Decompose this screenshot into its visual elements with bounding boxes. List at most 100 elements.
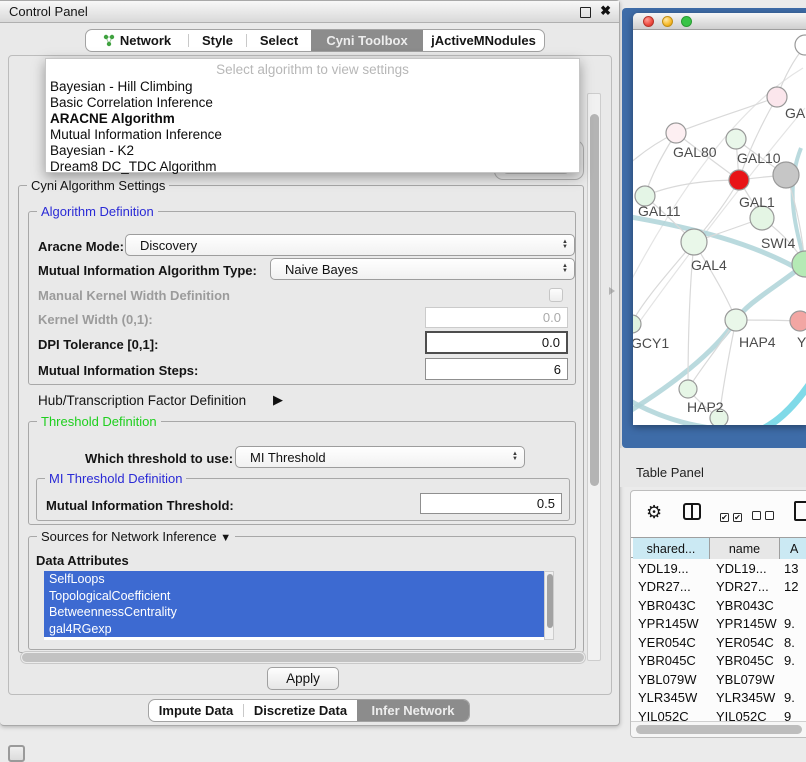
combo-arrows-icon: ▲▼: [556, 240, 574, 250]
node-hap2[interactable]: [679, 380, 697, 398]
column-header-shared[interactable]: shared...: [633, 538, 710, 559]
collapsed-panel-icon[interactable]: [8, 745, 25, 762]
settings-scrollbar[interactable]: [587, 93, 601, 661]
mi-steps-field[interactable]: 6: [425, 358, 568, 380]
svg-text:GAL10: GAL10: [737, 150, 781, 166]
algorithm-option[interactable]: Mutual Information Inference: [46, 127, 579, 143]
mi-threshold-field[interactable]: 0.5: [420, 493, 562, 514]
control-panel-titlebar[interactable]: Control Panel ✖: [0, 1, 619, 23]
algorithm-option[interactable]: Bayesian - K2: [46, 143, 579, 159]
node[interactable]: [726, 129, 746, 149]
settings-hscrollbar-thumb[interactable]: [22, 653, 584, 662]
tab-cyni-toolbox[interactable]: Cyni Toolbox: [311, 30, 423, 51]
table-body: YDL19... YDL19... 13 YDR27... YDR27... 1…: [633, 559, 806, 723]
apply-button[interactable]: Apply: [267, 667, 339, 690]
list-item[interactable]: gal4RGexp: [44, 621, 544, 638]
table-panel-title: Table Panel: [620, 465, 704, 487]
tab-infer-network[interactable]: Infer Network: [357, 700, 469, 721]
table-row[interactable]: YDL19... YDL19... 13: [633, 559, 806, 578]
splitter-handle[interactable]: [609, 287, 615, 295]
mi-type-value: Naive Bayes: [271, 262, 556, 277]
network-view-frame: GAL GAL80 GAL10 GAL11 GAL1 SWI4 GAL4 GCY…: [622, 8, 806, 448]
settings-scrollbar-thumb[interactable]: [590, 114, 599, 486]
svg-text:HAP4: HAP4: [739, 334, 776, 350]
hub-tf-section-label[interactable]: Hub/Transcription Factor Definition: [38, 393, 246, 408]
dpi-tolerance-value: 0.0: [542, 335, 560, 350]
table-toolbar: ⚙ ✔✔: [631, 491, 806, 537]
kernel-width-field[interactable]: 0.0: [425, 307, 568, 328]
table-row[interactable]: YDR27... YDR27... 12: [633, 578, 806, 597]
tab-jactivemnodules[interactable]: jActiveMNodules: [423, 30, 544, 51]
mi-type-combo[interactable]: Naive Bayes ▲▼: [270, 258, 575, 280]
svg-text:GAL80: GAL80: [673, 144, 717, 160]
aracne-mode-combo[interactable]: Discovery ▲▼: [125, 234, 575, 256]
tab-network[interactable]: Network: [86, 30, 188, 51]
attributes-scrollbar-thumb[interactable]: [547, 574, 553, 628]
table-row[interactable]: YBL079W YBL079W: [633, 670, 806, 689]
which-threshold-value: MI Threshold: [236, 450, 506, 465]
node[interactable]: [795, 35, 806, 55]
minimize-traffic-light-icon[interactable]: [662, 16, 673, 27]
columns-icon[interactable]: [683, 503, 701, 520]
attributes-scrollbar[interactable]: [544, 571, 554, 640]
algorithm-option[interactable]: Dream8 DC_TDC Algorithm: [46, 159, 579, 175]
document-icon[interactable]: [794, 501, 806, 521]
network-view-window[interactable]: GAL GAL80 GAL10 GAL11 GAL1 SWI4 GAL4 GCY…: [633, 13, 806, 425]
cyni-algorithm-settings-title: Cyni Algorithm Settings: [27, 178, 169, 193]
table-row[interactable]: YLR345W YLR345W 9.: [633, 689, 806, 708]
algorithm-option-selected[interactable]: ARACNE Algorithm: [46, 111, 579, 127]
tab-cyni-toolbox-label: Cyni Toolbox: [326, 33, 407, 48]
tab-infer-network-label: Infer Network: [371, 703, 454, 718]
tab-discretize-data[interactable]: Discretize Data: [244, 700, 357, 721]
tab-select[interactable]: Select: [247, 30, 311, 51]
select-all-icon[interactable]: ✔✔: [720, 507, 742, 525]
table-row[interactable]: YER054C YER054C 8.: [633, 633, 806, 652]
algorithm-option[interactable]: Basic Correlation Inference: [46, 95, 579, 111]
column-header-name[interactable]: name: [710, 538, 780, 559]
float-window-icon[interactable]: [580, 7, 591, 18]
node-gal1-red[interactable]: [729, 170, 749, 190]
node-gal4[interactable]: [681, 229, 707, 255]
tab-impute-data-label: Impute Data: [159, 703, 233, 718]
expand-arrow-icon[interactable]: ▶: [273, 392, 283, 408]
table-hscrollbar-thumb[interactable]: [636, 725, 802, 734]
tab-impute-data[interactable]: Impute Data: [149, 700, 243, 721]
table-row[interactable]: YBR045C YBR045C 9.: [633, 652, 806, 671]
network-canvas[interactable]: GAL GAL80 GAL10 GAL11 GAL1 SWI4 GAL4 GCY…: [633, 30, 806, 425]
network-view-titlebar[interactable]: [633, 13, 806, 30]
settings-hscrollbar[interactable]: [20, 651, 586, 664]
algorithm-option[interactable]: Bayesian - Hill Climbing: [46, 79, 579, 95]
table-hscrollbar[interactable]: [631, 721, 806, 738]
mi-threshold-label: Mutual Information Threshold:: [46, 498, 234, 513]
algorithm-placeholder: Select algorithm to view settings: [46, 61, 579, 79]
node[interactable]: [666, 123, 686, 143]
node[interactable]: [767, 87, 787, 107]
dpi-tolerance-field[interactable]: 0.0: [425, 331, 568, 354]
deselect-all-icon[interactable]: [752, 507, 774, 525]
which-threshold-combo[interactable]: MI Threshold ▲▼: [235, 446, 525, 468]
node-salmon[interactable]: [790, 311, 806, 331]
close-traffic-light-icon[interactable]: [643, 16, 654, 27]
tab-style[interactable]: Style: [189, 30, 246, 51]
close-icon[interactable]: ✖: [600, 3, 611, 19]
table-row[interactable]: YPR145W YPR145W 9.: [633, 615, 806, 634]
zoom-traffic-light-icon[interactable]: [681, 16, 692, 27]
sources-group-title[interactable]: Sources for Network Inference ▼: [37, 529, 235, 544]
apply-button-label: Apply: [286, 671, 320, 686]
svg-text:GAL4: GAL4: [691, 257, 727, 273]
node-gcy1[interactable]: [633, 315, 641, 333]
node-hap4[interactable]: [725, 309, 747, 331]
algorithm-definition-title: Algorithm Definition: [37, 204, 158, 219]
gear-icon[interactable]: ⚙: [646, 502, 662, 523]
control-panel-title: Control Panel: [0, 4, 88, 19]
screen: Control Panel ✖ Network Style Select: [0, 0, 806, 762]
column-header-partial[interactable]: A: [780, 538, 806, 559]
table-header-row: shared... name A: [631, 537, 806, 558]
list-item[interactable]: TopologicalCoefficient: [44, 588, 544, 605]
tab-discretize-data-label: Discretize Data: [254, 703, 347, 718]
list-item[interactable]: SelfLoops: [44, 571, 544, 588]
manual-kernel-checkbox[interactable]: [549, 288, 563, 302]
network-nodes: [633, 35, 806, 425]
table-row[interactable]: YBR043C YBR043C: [633, 596, 806, 615]
list-item[interactable]: BetweennessCentrality: [44, 604, 544, 621]
